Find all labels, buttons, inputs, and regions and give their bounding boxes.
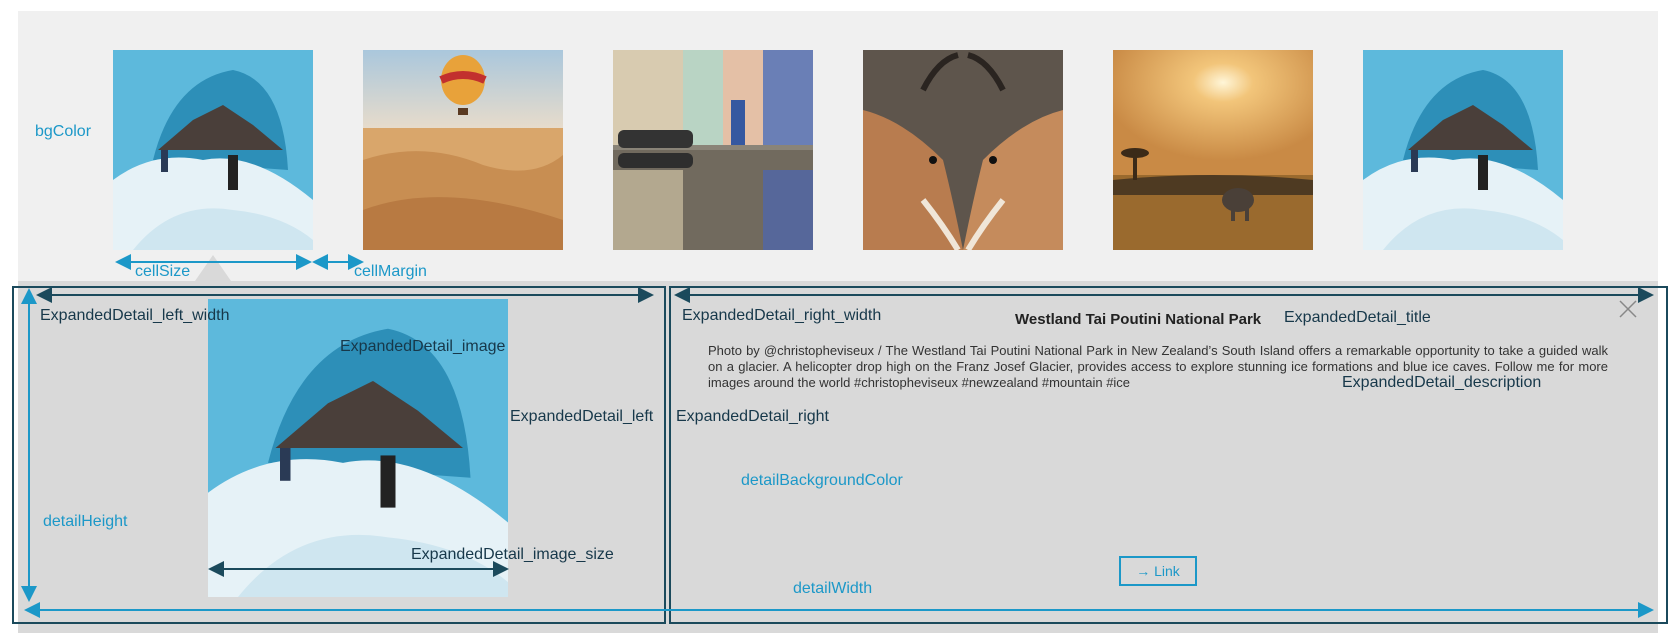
annotation-image-size: ExpandedDetail_image_size: [411, 546, 614, 563]
annotation-left-width: ExpandedDetail_left_width: [40, 307, 230, 324]
annotation-detail-width: detailWidth: [793, 580, 873, 597]
annotation-detail-background-color: detailBackgroundColor: [741, 472, 903, 489]
annotation-left: ExpandedDetail_left: [510, 408, 654, 425]
detail-link-button[interactable]: → Link: [1119, 556, 1197, 586]
annotation-right: ExpandedDetail_right: [676, 408, 829, 425]
annotation-cellmargin: cellMargin: [354, 263, 427, 280]
annotation-right-width: ExpandedDetail_right_width: [682, 307, 882, 324]
detail-description: Photo by @christopheviseux / The Westlan…: [708, 343, 1608, 390]
annotation-image: ExpandedDetail_image: [340, 338, 506, 355]
annotation-title: ExpandedDetail_title: [1284, 309, 1431, 326]
annotation-cellsize: cellSize: [135, 263, 191, 280]
close-icon[interactable]: [1617, 298, 1639, 320]
annotation-bgcolor: bgColor: [35, 123, 92, 140]
annotation-detail-height: detailHeight: [43, 513, 128, 530]
detail-title: Westland Tai Poutini National Park: [1015, 311, 1262, 328]
